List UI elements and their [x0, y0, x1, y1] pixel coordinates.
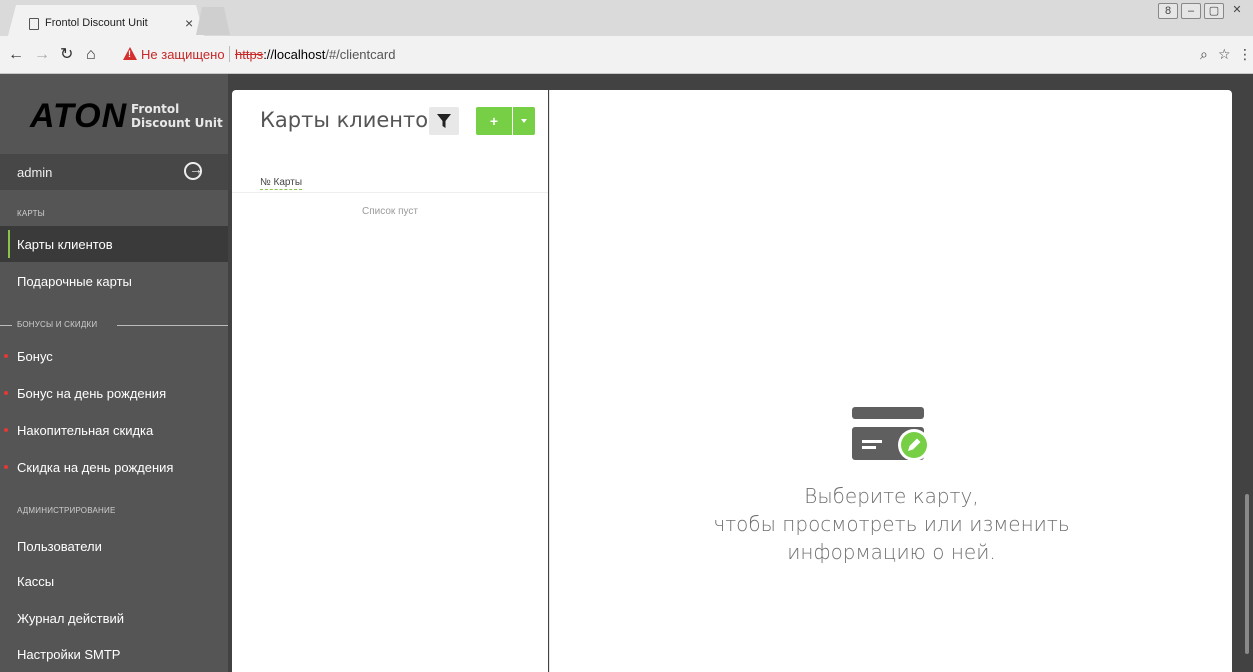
warning-icon	[123, 47, 137, 60]
url-text[interactable]: https://localhost/#/clientcard	[235, 47, 395, 62]
minimize-button[interactable]: –	[1181, 3, 1201, 19]
section-admin: АДМИНИСТРИРОВАНИЕ	[17, 506, 116, 515]
close-window-button[interactable]: ✕	[1227, 3, 1247, 19]
sidebar-item-label: Бонус на день рождения	[17, 386, 167, 401]
profile-icon[interactable]: 8	[1158, 3, 1178, 19]
logo: ATON Frontol Discount Unit	[0, 74, 228, 154]
divider	[232, 192, 548, 193]
browser-toolbar: ← → ↻ ⌂ Не защищено https://localhost/#/…	[0, 36, 1253, 74]
url-host: ://localhost	[263, 47, 326, 62]
back-icon[interactable]: ←	[8, 46, 24, 64]
sidebar-item-label: Скидка на день рождения	[17, 460, 174, 475]
sidebar-item-label: Бонус	[17, 349, 53, 364]
sidebar-item-cumulative-discount[interactable]: Накопительная скидка	[0, 412, 228, 448]
card-list-panel: Карты клиентов + № Карты Список пуст	[232, 90, 548, 672]
section-bonuses-label: БОНУСЫ И СКИДКИ	[17, 320, 98, 329]
tab-title: Frontol Discount Unit	[45, 17, 148, 29]
sidebar-item-cash-registers[interactable]: Кассы	[0, 563, 228, 599]
sidebar-item-label: Пользователи	[17, 539, 102, 554]
security-warning[interactable]: Не защищено	[141, 47, 225, 62]
empty-list-message: Список пуст	[362, 206, 418, 217]
hint-line: Выберите карту,	[804, 484, 979, 508]
sidebar-item-label: Кассы	[17, 574, 55, 589]
browser-tab-bar: Frontol Discount Unit × 8 – ▢ ✕	[0, 0, 1253, 36]
sidebar-item-birthday-discount[interactable]: Скидка на день рождения	[0, 449, 228, 485]
window-controls: 8 – ▢ ✕	[1158, 3, 1247, 19]
home-icon[interactable]: ⌂	[86, 46, 96, 64]
sidebar-item-birthday-bonus[interactable]: Бонус на день рождения	[0, 375, 228, 411]
user-name: admin	[17, 165, 53, 180]
card-detail-panel: Выберите карту, чтобы просмотреть или из…	[549, 90, 1232, 672]
sidebar-item-label: Настройки SMTP	[17, 647, 121, 662]
sidebar: ATON Frontol Discount Unit admin КАРТЫ К…	[0, 74, 228, 672]
sidebar-item-bonus[interactable]: Бонус	[0, 338, 228, 374]
hint-line: информацию о ней.	[787, 540, 996, 564]
add-dropdown-button[interactable]	[513, 107, 535, 135]
filter-icon	[437, 114, 451, 128]
user-row: admin	[0, 154, 228, 190]
document-icon	[29, 18, 39, 30]
scrollbar[interactable]	[1245, 494, 1249, 654]
section-bonuses: БОНУСЫ И СКИДКИ	[0, 320, 228, 330]
address-bar[interactable]: Не защищено https://localhost/#/clientca…	[114, 44, 1199, 66]
column-header-card-number[interactable]: № Карты	[260, 176, 303, 190]
select-card-hint: Выберите карту, чтобы просмотреть или из…	[550, 482, 1233, 566]
sidebar-item-label: Подарочные карты	[17, 274, 132, 289]
sidebar-item-label: Журнал действий	[17, 611, 125, 626]
forward-icon[interactable]: →	[34, 46, 50, 64]
section-cards: КАРТЫ	[17, 209, 45, 218]
logout-icon[interactable]	[184, 161, 203, 180]
zoom-icon[interactable]: ⌕	[1200, 46, 1208, 62]
sidebar-item-users[interactable]: Пользователи	[0, 528, 228, 564]
page-edge	[1232, 74, 1253, 672]
new-tab-button[interactable]	[196, 7, 230, 35]
card-edit-icon	[852, 407, 930, 461]
divider	[117, 325, 228, 326]
logo-sub-line1: Frontol	[131, 102, 180, 116]
logo-subtitle: Frontol Discount Unit	[131, 102, 223, 130]
sidebar-item-client-cards[interactable]: Карты клиентов	[0, 226, 228, 262]
page-title: Карты клиентов	[260, 108, 441, 132]
logo-wordmark: ATON	[30, 97, 128, 135]
url-path: /#/clientcard	[325, 47, 396, 62]
bookmark-star-icon[interactable]: ☆	[1218, 46, 1231, 62]
restore-button[interactable]: ▢	[1204, 3, 1224, 19]
alert-dot-icon	[4, 354, 8, 358]
filter-button[interactable]	[429, 107, 459, 135]
sidebar-item-label: Накопительная скидка	[17, 423, 154, 438]
sidebar-item-smtp-settings[interactable]: Настройки SMTP	[0, 636, 228, 672]
alert-dot-icon	[4, 428, 8, 432]
menu-icon[interactable]: ⋮	[1238, 46, 1252, 62]
logo-sub-line2: Discount Unit	[131, 116, 223, 130]
alert-dot-icon	[4, 391, 8, 395]
hint-line: чтобы просмотреть или изменить	[713, 512, 1070, 536]
reload-icon[interactable]: ↻	[60, 46, 73, 64]
sidebar-item-action-log[interactable]: Журнал действий	[0, 600, 228, 636]
sidebar-item-label: Карты клиентов	[17, 237, 113, 252]
divider	[0, 325, 12, 326]
tab-close-icon[interactable]: ×	[185, 14, 193, 32]
app-root: ATON Frontol Discount Unit admin КАРТЫ К…	[0, 74, 1253, 672]
url-separator	[229, 46, 230, 62]
browser-tab[interactable]: Frontol Discount Unit ×	[8, 5, 204, 36]
sidebar-item-gift-cards[interactable]: Подарочные карты	[0, 263, 228, 299]
url-scheme: https	[235, 47, 264, 62]
add-card-button[interactable]: +	[476, 107, 512, 135]
alert-dot-icon	[4, 465, 8, 469]
